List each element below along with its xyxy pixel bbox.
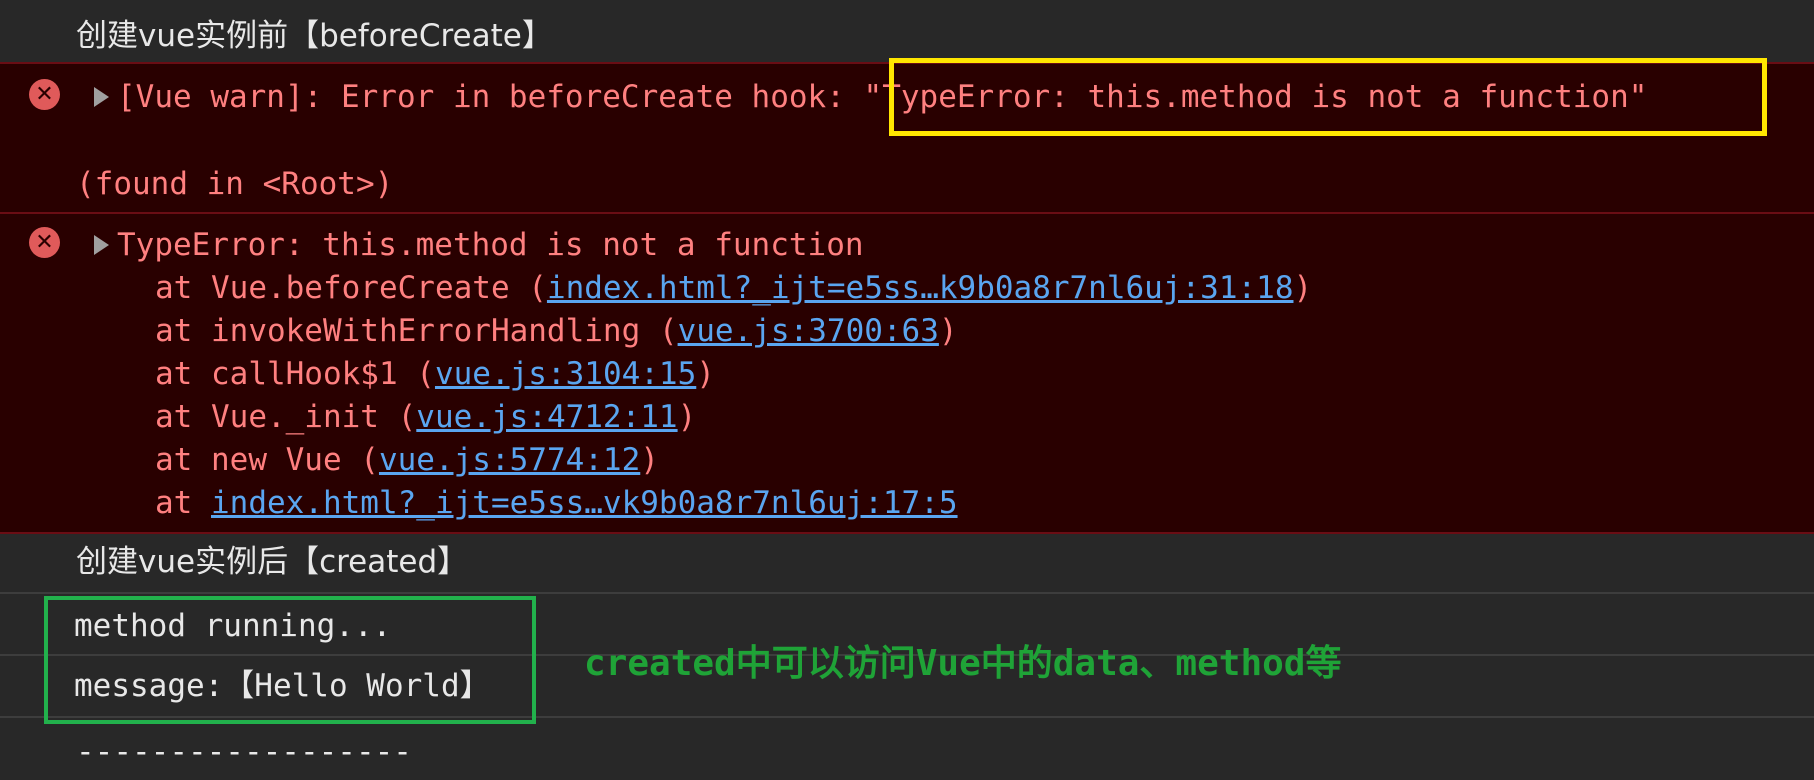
log-row-before-create: 创建vue实例前【beforeCreate】 (0, 0, 1814, 62)
stack-frame-text: at (155, 485, 211, 521)
warn-prefix: [Vue warn]: Error in beforeCreate hook: (117, 79, 864, 115)
stack-frame-text: at invokeWithErrorHandling ( (155, 313, 678, 349)
highlight-box-created-output (44, 596, 536, 724)
disclosure-triangle-icon[interactable] (94, 235, 109, 255)
log-text: 创建vue实例前【beforeCreate】 (76, 18, 553, 54)
log-text: ------------------ (76, 734, 412, 770)
stack-frame-text: ) (677, 399, 697, 435)
error-row-type-error: ✕ TypeError: this.method is not a functi… (0, 214, 1814, 532)
highlight-box-error-string (889, 58, 1767, 136)
stack-frame-link[interactable]: vue.js:5774:12 (379, 442, 640, 478)
stack-frame-link[interactable]: index.html?_ijt=e5ss…vk9b0a8r7nl6uj:17:5 (211, 485, 958, 521)
stack-frame-text: ) (696, 356, 715, 392)
annotation-text: created中可以访问Vue中的data、method等 (584, 643, 1342, 684)
stack-frame-link[interactable]: index.html?_ijt=e5ss…k9b0a8r7nl6uj:31:18 (547, 270, 1294, 306)
warn-found-in: (found in <Root>) (76, 166, 394, 202)
stack-frame-text: at callHook$1 ( (155, 356, 435, 392)
stack-frame: at invokeWithErrorHandling (vue.js:3700:… (155, 311, 958, 351)
stack-frame: at Vue.beforeCreate (index.html?_ijt=e5s… (155, 268, 1312, 308)
stack-frame-link[interactable]: vue.js:3700:63 (678, 313, 939, 349)
stack-frame-text: ) (938, 313, 958, 349)
stack-frame-text: ) (1293, 270, 1313, 306)
log-row-created: 创建vue实例后【created】 (0, 534, 1814, 592)
type-error-message: TypeError: this.method is not a function (117, 227, 864, 263)
stack-frame-link[interactable]: vue.js:4712:11 (416, 399, 677, 435)
stack-frame-text: at new Vue ( (155, 442, 379, 478)
stack-frame: at callHook$1 (vue.js:3104:15) (155, 354, 715, 394)
stack-frame: at index.html?_ijt=e5ss…vk9b0a8r7nl6uj:1… (155, 483, 958, 523)
error-circle-icon: ✕ (29, 227, 60, 258)
error-circle-icon: ✕ (29, 79, 60, 110)
disclosure-triangle-icon[interactable] (94, 87, 109, 107)
stack-frame-text: at Vue.beforeCreate ( (155, 270, 547, 306)
stack-frame: at new Vue (vue.js:5774:12) (155, 440, 659, 480)
log-text: 创建vue实例后【created】 (76, 544, 469, 580)
log-row-divider: ------------------ (0, 718, 1814, 780)
stack-frame-text: at Vue._init ( (155, 399, 417, 435)
stack-frame-link[interactable]: vue.js:3104:15 (435, 356, 696, 392)
stack-frame-text: ) (640, 442, 659, 478)
stack-frame: at Vue._init (vue.js:4712:11) (155, 397, 696, 437)
